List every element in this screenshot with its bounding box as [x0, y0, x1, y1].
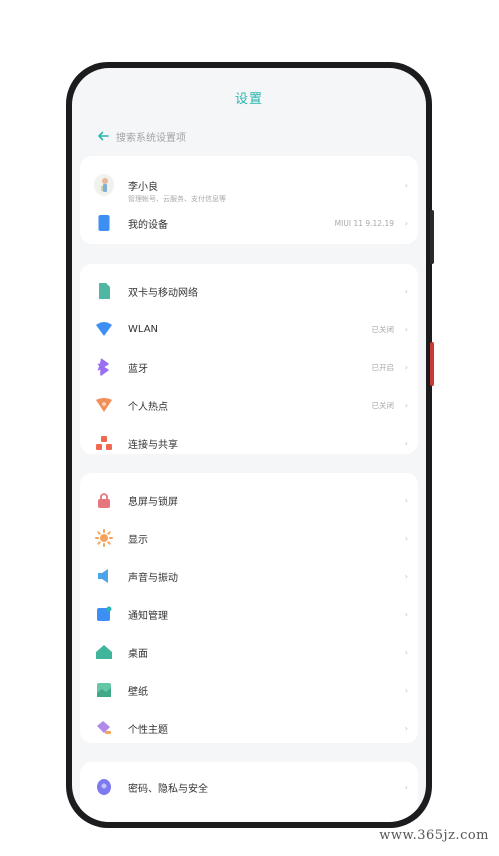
- speaker-icon: [94, 566, 114, 586]
- item-label: WLAN: [128, 323, 159, 335]
- item-label: 个人热点: [128, 401, 168, 413]
- search-placeholder: 搜索系统设置项: [116, 132, 186, 144]
- item-value: 已关闭: [371, 400, 395, 410]
- item-label: 桌面: [128, 648, 148, 660]
- chevron-right-icon: ›: [404, 286, 408, 296]
- chevron-right-icon: ›: [404, 362, 408, 372]
- bluetooth-icon: [94, 357, 114, 377]
- miui-version: MIUI 11 9.12.19: [334, 218, 394, 228]
- sidebar-item-wlan[interactable]: WLAN 已关闭 ›: [80, 314, 418, 344]
- notification-icon: [94, 604, 114, 624]
- sidebar-item-lock-screen[interactable]: 息屏与锁屏 ›: [80, 485, 418, 515]
- sidebar-item-hotspot[interactable]: 个人热点 已关闭 ›: [80, 390, 418, 420]
- chevron-right-icon: ›: [404, 218, 408, 228]
- item-label: 息屏与锁屏: [128, 496, 178, 508]
- page-title: 设置: [234, 92, 263, 107]
- sidebar-item-connection-sharing[interactable]: 连接与共享 ›: [80, 428, 418, 458]
- chevron-right-icon: ›: [404, 324, 408, 334]
- sidebar-item-dual-sim[interactable]: 双卡与移动网络 ›: [80, 276, 418, 306]
- item-value: 已开启: [371, 362, 395, 372]
- home-icon: [94, 642, 114, 662]
- chevron-right-icon: ›: [404, 782, 408, 792]
- sidebar-item-notifications[interactable]: 通知管理 ›: [80, 599, 418, 629]
- wallpaper-icon: [94, 680, 114, 700]
- chevron-right-icon: ›: [404, 609, 408, 619]
- back-arrow-icon[interactable]: [96, 129, 110, 143]
- watermark: www.365jz.com: [379, 828, 489, 843]
- chevron-right-icon: ›: [404, 400, 408, 410]
- item-label: 连接与共享: [128, 439, 178, 451]
- sidebar-item-privacy-security[interactable]: 密码、隐私与安全 ›: [80, 772, 418, 802]
- network-card: 双卡与移动网络 › WLAN 已关闭 › 蓝牙 已开启 › 个人热点 已关闭 ›…: [80, 264, 418, 454]
- chevron-right-icon: ›: [404, 571, 408, 581]
- power-button: [430, 342, 434, 386]
- sidebar-item-display[interactable]: 显示 ›: [80, 523, 418, 553]
- wifi-icon: [94, 319, 114, 339]
- item-label: 个性主题: [128, 724, 168, 736]
- phone-icon: [94, 213, 114, 233]
- sidebar-item-wallpaper[interactable]: 壁纸 ›: [80, 675, 418, 705]
- item-label: 通知管理: [128, 610, 168, 622]
- item-label: 密码、隐私与安全: [128, 783, 208, 795]
- privacy-icon: [94, 777, 114, 797]
- chevron-right-icon: ›: [404, 533, 408, 543]
- settings-screen: 设置 搜索系统设置项 李小良 管理帐号、云服务、支付信息等 › 我的设备 MIU…: [72, 68, 426, 822]
- item-label: 声音与振动: [128, 572, 178, 584]
- account-card: 李小良 管理帐号、云服务、支付信息等 › 我的设备 MIUI 11 9.12.1…: [80, 156, 418, 244]
- chevron-right-icon: ›: [404, 723, 408, 733]
- volume-button: [430, 210, 434, 264]
- item-value: 已关闭: [371, 324, 395, 334]
- sim-card-icon: [94, 281, 114, 301]
- sidebar-item-home-screen[interactable]: 桌面 ›: [80, 637, 418, 667]
- user-name: 李小良: [128, 182, 158, 193]
- account-subtitle: 管理帐号、云服务、支付信息等: [128, 195, 226, 203]
- account-row[interactable]: 李小良 管理帐号、云服务、支付信息等 ›: [80, 170, 418, 203]
- chevron-right-icon: ›: [404, 647, 408, 657]
- theme-icon: [94, 718, 114, 738]
- my-device-row[interactable]: 我的设备 MIUI 11 9.12.19 ›: [80, 208, 418, 238]
- sidebar-item-sound[interactable]: 声音与振动 ›: [80, 561, 418, 591]
- item-label: 显示: [128, 534, 148, 546]
- item-label: 壁纸: [128, 686, 148, 698]
- chevron-right-icon: ›: [404, 180, 408, 190]
- item-label: 双卡与移动网络: [128, 287, 198, 299]
- my-device-label: 我的设备: [128, 219, 168, 231]
- display-card: 息屏与锁屏 › 显示 › 声音与振动 › 通知管理 › 桌面 › 壁纸 › 个性…: [80, 473, 418, 743]
- hotspot-icon: [94, 395, 114, 415]
- item-label: 蓝牙: [128, 363, 148, 375]
- sun-icon: [94, 528, 114, 548]
- security-card: 密码、隐私与安全 ›: [80, 762, 418, 822]
- chevron-right-icon: ›: [404, 495, 408, 505]
- search-bar[interactable]: 搜索系统设置项: [96, 128, 186, 144]
- chevron-right-icon: ›: [404, 685, 408, 695]
- share-icon: [94, 433, 114, 453]
- lock-icon: [94, 490, 114, 510]
- sidebar-item-themes[interactable]: 个性主题 ›: [80, 713, 418, 743]
- sidebar-item-bluetooth[interactable]: 蓝牙 已开启 ›: [80, 352, 418, 382]
- chevron-right-icon: ›: [404, 438, 408, 448]
- avatar: [94, 174, 114, 196]
